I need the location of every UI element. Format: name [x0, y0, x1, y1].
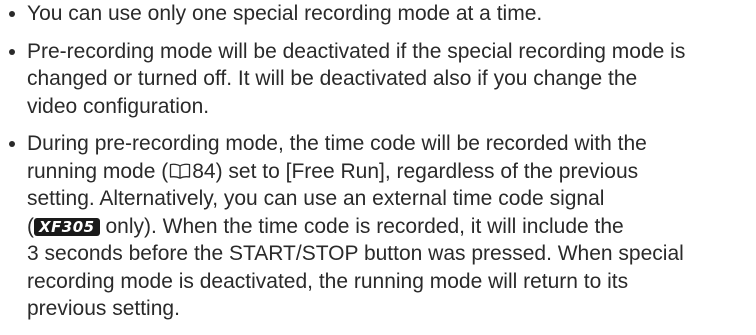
notes-list: You can use only one special recording m… — [0, 0, 756, 333]
book-icon — [169, 159, 191, 179]
model-badge: XF305 — [34, 217, 100, 236]
note-text-fragment: ( — [27, 214, 34, 238]
note-text-line: Pre-recording mode will be deactivated i… — [27, 39, 686, 63]
note-text-line: recording mode is deactivated, the runni… — [27, 269, 629, 293]
note-text-line: video configuration. — [27, 94, 210, 118]
bullet-icon — [9, 11, 15, 17]
note-text-fragment: running mode ( — [27, 159, 169, 183]
note-text-line: (XF305 only). When the time code is reco… — [27, 213, 756, 241]
bullet-icon — [9, 48, 15, 55]
note-item: You can use only one special recording m… — [0, 0, 756, 28]
note-text-line: 3 seconds before the START/STOP button w… — [27, 242, 684, 265]
note-text-line: changed or turned off. It will be deacti… — [27, 67, 638, 90]
page-reference-number: 84 — [192, 159, 216, 183]
bullet-icon — [9, 141, 15, 147]
note-text-fragment: ) set to [Free Run], regardless of the p… — [215, 159, 639, 183]
note-text-line: During pre-recording mode, the time code… — [27, 132, 647, 155]
note-text-line: running mode ( 84) set to [Free Run], reg… — [27, 158, 756, 186]
note-text-fragment: only). When the time code is recorded, i… — [99, 214, 624, 238]
note-text-line: setting. Alternatively, you can use an e… — [27, 187, 605, 210]
note-text-line: You can use only one special recording m… — [27, 2, 543, 25]
note-item: Pre-recording mode will be deactivated i… — [0, 38, 756, 121]
note-item: During pre-recording mode, the time code… — [0, 130, 756, 323]
note-text-line: previous setting. — [27, 297, 180, 320]
